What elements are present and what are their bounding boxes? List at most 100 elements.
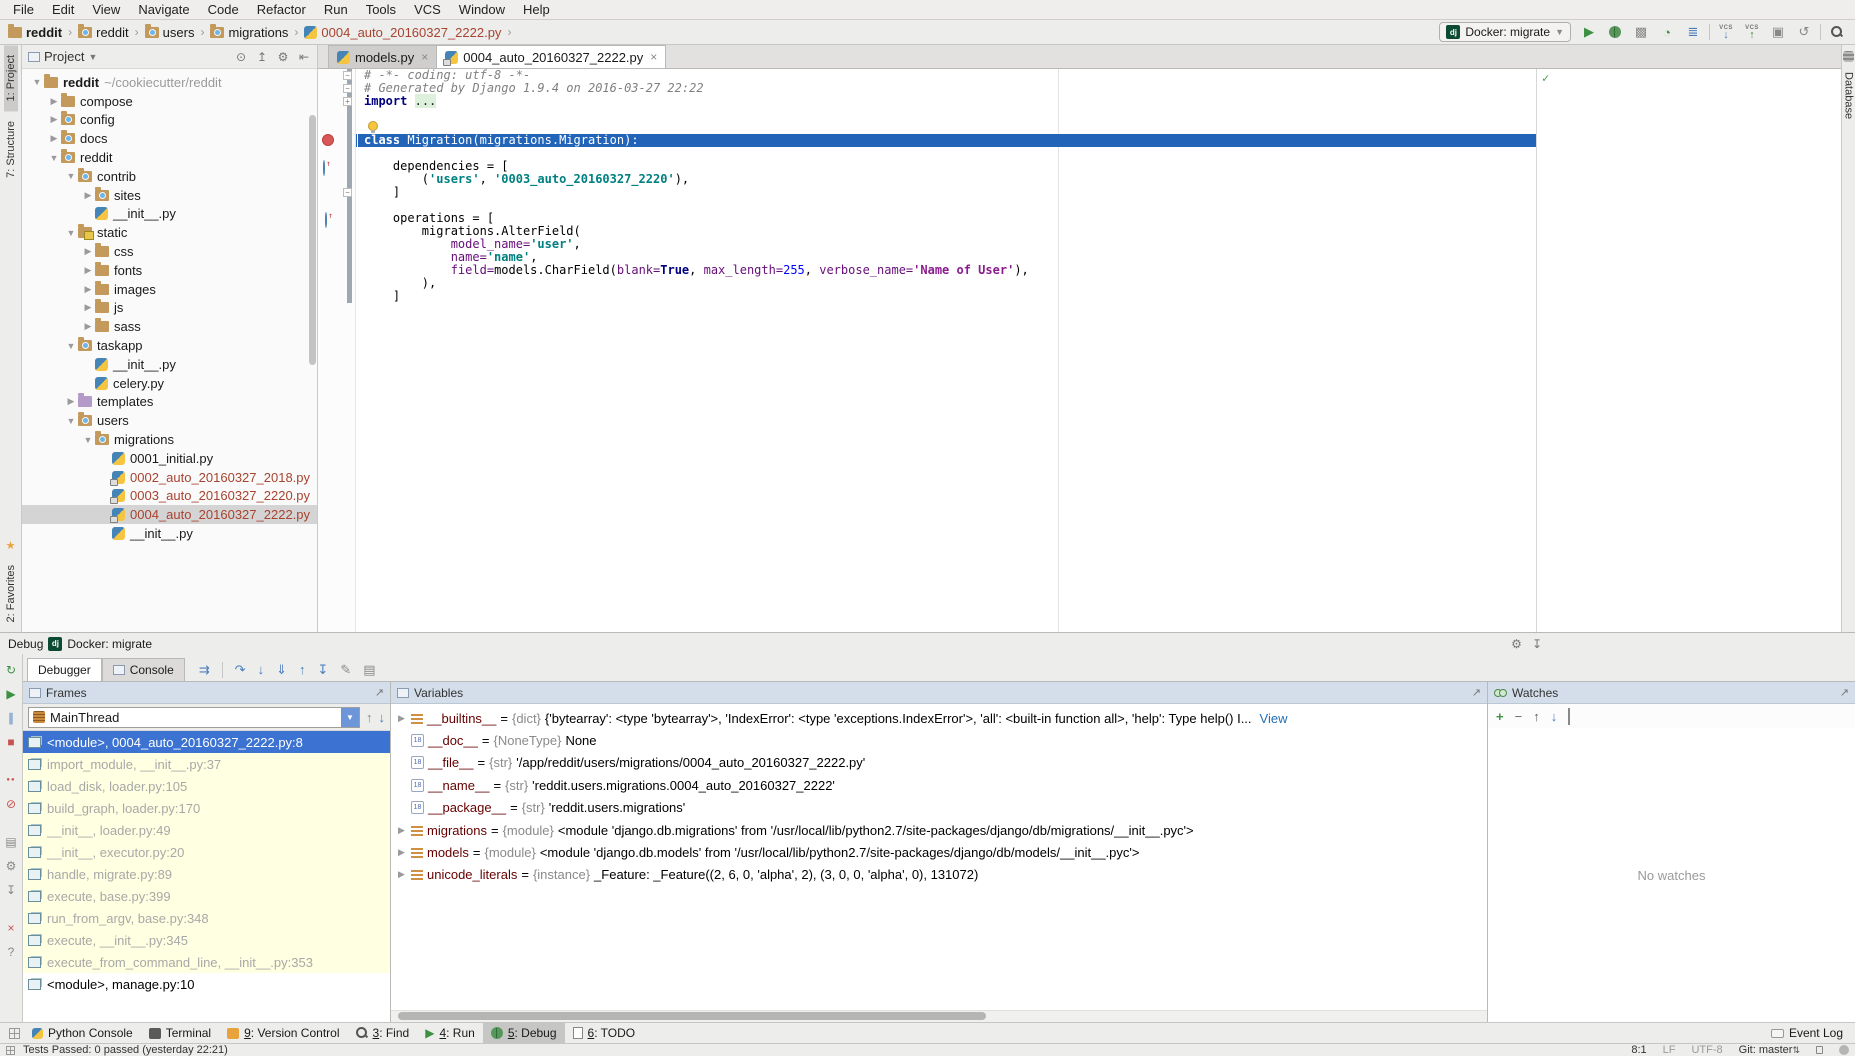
tree-item-fonts[interactable]: ▶fonts	[22, 261, 317, 280]
caret-position[interactable]: 8:1	[1631, 1044, 1646, 1056]
chevron-right-icon[interactable]: ▶	[81, 265, 95, 276]
sidebar-tab-project[interactable]: 1: Project	[4, 45, 18, 111]
run-configuration-select[interactable]: dj Docker: migrate ▼	[1439, 22, 1571, 42]
frame-row[interactable]: __init__, executor.py:20	[23, 841, 390, 863]
menu-view[interactable]: View	[83, 2, 129, 17]
project-scrollbar[interactable]	[309, 115, 316, 365]
view-breakpoints-button[interactable]: ●●	[3, 772, 19, 788]
chevron-right-icon[interactable]: ▶	[47, 96, 61, 107]
chevron-right-icon[interactable]: ▶	[396, 869, 407, 880]
toolwindow-button-6-todo[interactable]: 6: TODO	[565, 1023, 644, 1043]
variable-row[interactable]: 18__doc__ = {NoneType} None	[391, 729, 1487, 751]
tree-item--init-py[interactable]: __init__.py	[22, 524, 317, 543]
menu-help[interactable]: Help	[514, 2, 559, 17]
tree-item--init-py[interactable]: __init__.py	[22, 355, 317, 374]
toolwindow-button-terminal[interactable]: Terminal	[141, 1023, 219, 1043]
close-tab-icon[interactable]: ×	[650, 50, 657, 64]
thread-select[interactable]: MainThread ▼	[28, 707, 360, 728]
status-message[interactable]: Tests Passed: 0 passed (yesterday 22:21)	[23, 1044, 228, 1056]
menu-navigate[interactable]: Navigate	[129, 2, 198, 17]
run-dashboard-button[interactable]: ≣	[1683, 22, 1703, 42]
menu-run[interactable]: Run	[315, 2, 357, 17]
chevron-right-icon[interactable]: ▶	[64, 396, 78, 407]
duplicate-watch-button[interactable]	[1568, 709, 1570, 724]
sidebar-tab-favorites[interactable]: 2: Favorites	[4, 555, 18, 632]
debugger-settings-button[interactable]: ⚙	[3, 858, 19, 874]
search-everywhere-button[interactable]	[1827, 22, 1847, 42]
remove-watch-button[interactable]: −	[1515, 709, 1523, 724]
variables-hscrollbar[interactable]	[391, 1010, 1487, 1022]
breadcrumb-item[interactable]: migrations	[210, 25, 288, 40]
move-watch-down-button[interactable]: ↓	[1551, 709, 1558, 724]
sidebar-tab-structure[interactable]: 7: Structure	[4, 111, 18, 188]
lock-icon[interactable]	[1816, 1046, 1823, 1054]
variable-row[interactable]: 18__package__ = {str} 'reddit.users.migr…	[391, 797, 1487, 819]
tree-item-compose[interactable]: ▶compose	[22, 92, 317, 111]
editor-tab-0004-auto-20160327-2222-py[interactable]: 0004_auto_20160327_2222.py×	[436, 45, 666, 68]
pin-tab-button[interactable]: ↧	[3, 882, 19, 898]
breakpoint-icon[interactable]	[322, 134, 334, 146]
variable-row[interactable]: ▶__builtins__ = {dict} {'bytearray': <ty…	[391, 707, 1487, 729]
gutter-field-icon[interactable]	[323, 160, 325, 176]
editor-tab-models-py[interactable]: models.py×	[328, 45, 437, 68]
variable-row[interactable]: 18__file__ = {str} '/app/reddit/users/mi…	[391, 752, 1487, 774]
frame-row[interactable]: handle, migrate.py:89	[23, 863, 390, 885]
scrollbar-thumb[interactable]	[398, 1012, 986, 1020]
menu-window[interactable]: Window	[450, 2, 514, 17]
tree-item-sites[interactable]: ▶sites	[22, 186, 317, 205]
frame-row[interactable]: build_graph, loader.py:170	[23, 797, 390, 819]
step-out-button[interactable]: ↑	[299, 662, 306, 677]
chevron-right-icon[interactable]: ▶	[47, 133, 61, 144]
next-frame-button[interactable]: ↓	[379, 710, 386, 725]
float-panel-icon[interactable]: ↗	[375, 686, 384, 699]
undo-button[interactable]: ↺	[1794, 22, 1814, 42]
changes-button[interactable]: ▣	[1768, 22, 1788, 42]
step-into-button[interactable]: ↓	[258, 662, 265, 677]
resume-button[interactable]: ▶	[3, 686, 19, 702]
vcs-commit-button[interactable]: VCS↑	[1742, 22, 1762, 42]
git-branch[interactable]: Git: master⇅	[1739, 1044, 1800, 1056]
frame-row[interactable]: run_from_argv, base.py:348	[23, 907, 390, 929]
fold-expand-icon[interactable]: +	[343, 97, 352, 106]
chevron-right-icon[interactable]: ▶	[81, 302, 95, 313]
vcs-update-button[interactable]: VCS↓	[1716, 22, 1736, 42]
pause-button[interactable]: ∥	[3, 710, 19, 726]
run-to-cursor-button[interactable]: ↧	[317, 662, 328, 678]
sidebar-tab-database[interactable]: Database	[1843, 64, 1855, 127]
menu-file[interactable]: File	[4, 2, 43, 17]
chevron-right-icon[interactable]: ▶	[47, 114, 61, 125]
tree-item-contrib[interactable]: ▼contrib	[22, 167, 317, 186]
frame-row[interactable]: __init__, loader.py:49	[23, 819, 390, 841]
breadcrumb-item[interactable]: reddit	[78, 25, 129, 40]
tree-item-static[interactable]: ▼static	[22, 223, 317, 242]
tree-item-0003-auto-20160327-2220-py[interactable]: 0003_auto_20160327_2220.py	[22, 487, 317, 506]
chevron-down-icon[interactable]: ▼	[64, 416, 78, 426]
tree-item-docs[interactable]: ▶docs	[22, 129, 317, 148]
tree-item-reddit[interactable]: ▼reddit	[22, 148, 317, 167]
menu-tools[interactable]: Tools	[357, 2, 405, 17]
frame-row[interactable]: <module>, manage.py:10	[23, 973, 390, 995]
variable-row[interactable]: ▶unicode_literals = {instance} _Feature:…	[391, 864, 1487, 886]
add-watch-button[interactable]: +	[1496, 709, 1504, 724]
chevron-down-icon[interactable]: ▼	[64, 341, 78, 351]
close-button[interactable]: ×	[3, 920, 19, 936]
chevron-right-icon[interactable]: ▶	[396, 825, 407, 836]
project-panel-title[interactable]: Project	[44, 49, 84, 64]
tree-item-0001-initial-py[interactable]: 0001_initial.py	[22, 449, 317, 468]
tree-item-config[interactable]: ▶config	[22, 111, 317, 130]
evaluate-expression-button[interactable]: ✎	[340, 662, 351, 678]
chevron-right-icon[interactable]: ▶	[81, 321, 95, 332]
tree-item-0002-auto-20160327-2018-py[interactable]: 0002_auto_20160327_2018.py	[22, 468, 317, 487]
variable-row[interactable]: 18__name__ = {str} 'reddit.users.migrati…	[391, 774, 1487, 796]
menu-refactor[interactable]: Refactor	[248, 2, 315, 17]
fold-collapse-icon[interactable]: −	[343, 188, 352, 197]
run-button[interactable]: ▶	[1579, 22, 1599, 42]
frame-row[interactable]: execute_from_command_line, __init__.py:3…	[23, 951, 390, 973]
variable-row[interactable]: ▶models = {module} <module 'django.db.mo…	[391, 841, 1487, 863]
gutter-field-icon[interactable]	[325, 212, 327, 228]
chevron-right-icon[interactable]: ▶	[81, 284, 95, 295]
breadcrumb-item[interactable]: reddit	[8, 25, 62, 40]
tree-item-sass[interactable]: ▶sass	[22, 317, 317, 336]
chevron-right-icon[interactable]: ▶	[396, 713, 407, 724]
toolwindow-button-5-debug[interactable]: 5: Debug	[483, 1023, 565, 1043]
